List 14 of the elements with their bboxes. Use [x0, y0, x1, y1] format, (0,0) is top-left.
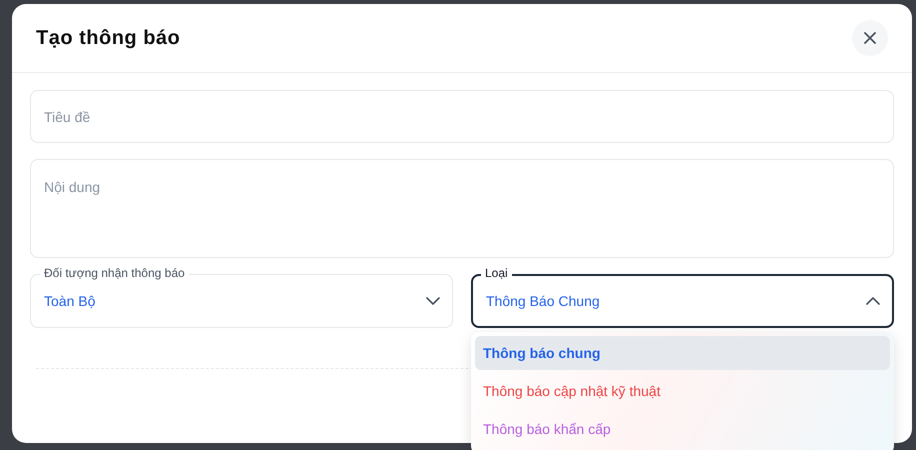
- close-icon: [864, 32, 876, 44]
- chevron-up-icon: [866, 297, 880, 305]
- dropdown-option[interactable]: Thông báo chung: [475, 336, 890, 370]
- field-label: Loại: [481, 266, 512, 280]
- dialog-title: Tạo thông báo: [36, 26, 180, 51]
- field-label: Đối tượng nhận thông báo: [40, 266, 189, 280]
- title-field[interactable]: Tiêu đề: [30, 90, 894, 143]
- select-value: Toàn Bộ: [44, 292, 96, 310]
- chevron-down-icon: [426, 297, 440, 305]
- dropdown-option[interactable]: Thông báo cập nhật kỹ thuật: [475, 374, 890, 408]
- dropdown-option[interactable]: Thông báo khẩn cấp: [475, 412, 890, 446]
- content-field[interactable]: Nội dung: [30, 159, 894, 258]
- select-value: Thông Báo Chung: [486, 292, 600, 311]
- close-button[interactable]: [852, 20, 888, 56]
